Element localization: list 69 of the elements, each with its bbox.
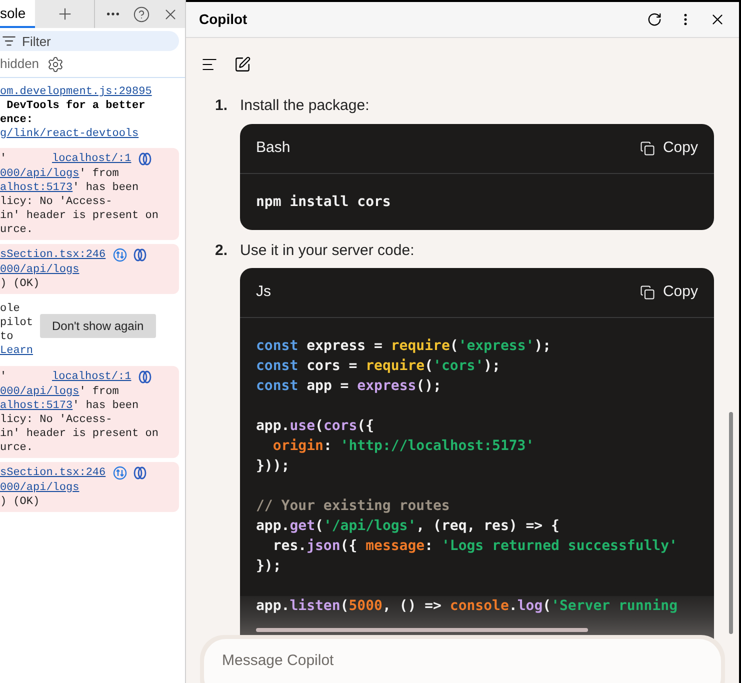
console-text: alhost:5173' has been <box>0 399 139 413</box>
console-text: 000/api/logs <box>0 481 80 495</box>
step-number: 1. <box>215 96 228 116</box>
console-text: ole <box>0 302 20 316</box>
console-text: licy: No 'Access- <box>0 413 112 427</box>
refresh-icon[interactable] <box>647 12 662 27</box>
hidden-label: hidden <box>0 55 40 74</box>
console-text: 000/api/logs' from <box>0 385 119 399</box>
copy-icon <box>640 140 655 156</box>
console-text: to <box>0 330 14 344</box>
console-text: om.development.js:29895 <box>0 85 152 99</box>
console-text: urce. <box>0 223 34 237</box>
step-text: Install the package: <box>240 96 370 116</box>
dont-show-again-button[interactable]: Don't show again <box>40 314 156 338</box>
code-line: // Your existing routes <box>256 498 450 514</box>
console-text: in' header is present on <box>0 427 158 441</box>
source-link[interactable]: sSection.tsx:246 <box>0 246 106 264</box>
vertical-scrollbar[interactable] <box>729 412 733 634</box>
code-line: origin: 'http://localhost:5173' <box>272 438 534 454</box>
console-text: ) (OK) <box>0 277 40 291</box>
overlap-circles-icon[interactable] <box>138 370 152 384</box>
network-arrows-icon[interactable] <box>112 248 127 262</box>
filter-icon <box>2 34 16 48</box>
copy-icon <box>640 285 655 300</box>
overlap-circles-icon[interactable] <box>132 466 147 480</box>
console-text: ) (OK) <box>0 495 40 509</box>
code-line: npm install cors <box>256 194 391 210</box>
new-chat-icon[interactable] <box>234 56 251 72</box>
code-line: const app = express(); <box>256 378 442 394</box>
code-line: const cors = require('cors'); <box>256 358 500 374</box>
code-line: }); <box>256 558 282 574</box>
code-line: app.use(cors({ <box>256 418 374 434</box>
code-line: const express = require('express'); <box>256 338 552 354</box>
console-text: g/link/react-devtools <box>0 127 139 141</box>
message-input[interactable]: Message Copilot <box>204 639 721 683</box>
code-language: Bash <box>256 138 290 158</box>
code-line: })); <box>256 458 290 474</box>
console-text: 000/api/logs <box>0 263 80 277</box>
console-text: ence: <box>0 113 34 127</box>
settings-icon[interactable] <box>47 56 64 72</box>
overlap-circles-icon[interactable] <box>132 248 147 262</box>
console-text: Learn <box>0 344 34 358</box>
horizontal-scrollbar[interactable] <box>256 628 588 632</box>
console-text: licy: No 'Access- <box>0 195 112 209</box>
console-text: urce. <box>0 441 34 455</box>
source-link[interactable]: sSection.tsx:246 <box>0 464 106 482</box>
code-line: res.json({ message: 'Logs returned successfully' <box>272 538 678 554</box>
console-text: pilot <box>0 316 34 330</box>
overlap-circles-icon[interactable] <box>138 152 152 166</box>
console-tab[interactable]: sole <box>0 0 35 28</box>
code-line: app.listen(5000, () => console.log('Server running <box>256 598 678 614</box>
filter-field[interactable]: Filter <box>0 31 179 51</box>
source-link[interactable]: localhost/:1 <box>52 150 132 168</box>
console-text: DevTools for a better <box>6 99 146 113</box>
code-line: app.get('/api/logs', (req, res) => { <box>256 518 560 534</box>
copy-button[interactable]: Copy <box>640 136 698 160</box>
console-text: ' <box>0 152 8 167</box>
copy-button[interactable]: Copy <box>640 281 698 304</box>
help-icon[interactable] <box>133 6 150 22</box>
network-arrows-icon[interactable] <box>112 466 127 480</box>
step-number: 2. <box>215 240 228 260</box>
panel-title: Copilot <box>199 10 248 29</box>
step-text: Use it in your server code: <box>240 240 414 260</box>
console-text: ' <box>0 370 8 385</box>
console-text: 000/api/logs' from <box>0 167 119 181</box>
console-text: alhost:5173' has been <box>0 181 139 195</box>
console-text: in' header is present on <box>0 209 158 223</box>
source-link[interactable]: localhost/:1 <box>52 368 132 386</box>
code-language: Js <box>256 282 271 302</box>
